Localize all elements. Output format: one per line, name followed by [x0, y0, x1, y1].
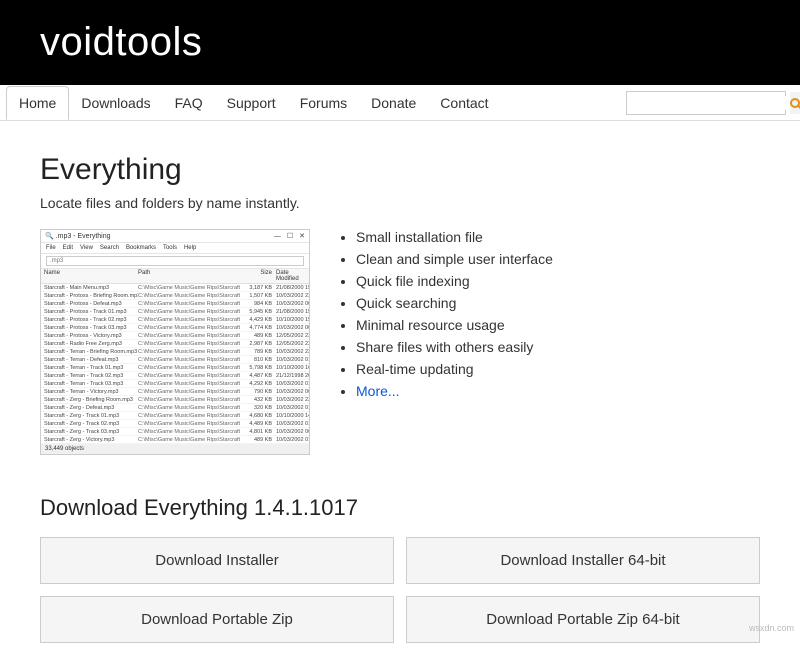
file-row: Starcraft - Protoss - Track 01.mp3C:\Mis… [41, 308, 309, 316]
file-row: Starcraft - Protoss - Briefing Room.mp3C… [41, 292, 309, 300]
brand-logo[interactable]: voidtools [40, 20, 760, 65]
feature-item: Quick file indexing [356, 273, 553, 289]
page-content: Everything Locate files and folders by n… [0, 121, 800, 663]
download-button[interactable]: Download Installer [40, 537, 394, 584]
main-nav: HomeDownloadsFAQSupportForumsDonateConta… [0, 85, 800, 121]
watermark: wsxdn.com [749, 623, 794, 633]
download-heading: Download Everything 1.4.1.1017 [40, 495, 760, 521]
close-icon: ✕ [299, 233, 305, 240]
file-row: Starcraft - Zerg - Track 03.mp3C:\Misc\G… [41, 428, 309, 436]
app-screenshot: 🔍 .mp3 - Everything —☐✕ FileEditViewSear… [40, 229, 310, 455]
window-controls: — ☐ ✕ [268, 232, 305, 240]
search-input[interactable] [627, 96, 790, 110]
download-button[interactable]: Download Portable Zip 64-bit [406, 596, 760, 643]
file-row: Starcraft - Zerg - Briefing Room.mp3C:\M… [41, 396, 309, 404]
nav-donate[interactable]: Donate [359, 87, 428, 119]
nav-contact[interactable]: Contact [428, 87, 500, 119]
feature-item: Minimal resource usage [356, 317, 553, 333]
search-button[interactable] [790, 92, 800, 114]
feature-item: Clean and simple user interface [356, 251, 553, 267]
site-search[interactable] [626, 91, 786, 115]
download-grid: Download Installer Download Installer 64-… [40, 537, 760, 643]
file-row: Starcraft - Terran - Victory.mp3C:\Misc\… [41, 388, 309, 396]
page-subtitle: Locate files and folders by name instant… [40, 195, 760, 211]
file-row: Starcraft - Zerg - Victory.mp3C:\Misc\Ga… [41, 436, 309, 444]
feature-item: Real-time updating [356, 361, 553, 377]
file-row: Starcraft - Terran - Track 01.mp3C:\Misc… [41, 364, 309, 372]
file-row: Starcraft - Protoss - Victory.mp3C:\Misc… [41, 332, 309, 340]
download-button[interactable]: Download Installer 64-bit [406, 537, 760, 584]
nav-home[interactable]: Home [6, 86, 69, 120]
file-row: Starcraft - Terran - Briefing Room.mp3C:… [41, 348, 309, 356]
file-row: Starcraft - Zerg - Defeat.mp3C:\Misc\Gam… [41, 404, 309, 412]
file-row: Starcraft - Terran - Track 03.mp3C:\Misc… [41, 380, 309, 388]
download-button[interactable]: Download Portable Zip [40, 596, 394, 643]
nav-faq[interactable]: FAQ [163, 87, 215, 119]
file-row: Starcraft - Radio Free Zerg.mp3C:\Misc\G… [41, 340, 309, 348]
feature-item: Small installation file [356, 229, 553, 245]
file-row: Starcraft - Main Menu.mp3C:\Misc\Game Mu… [41, 284, 309, 292]
file-row: Starcraft - Protoss - Defeat.mp3C:\Misc\… [41, 300, 309, 308]
file-row: Starcraft - Terran - Defeat.mp3C:\Misc\G… [41, 356, 309, 364]
feature-list: Small installation file Clean and simple … [338, 229, 553, 405]
nav-forums[interactable]: Forums [288, 87, 359, 119]
nav-support[interactable]: Support [215, 87, 288, 119]
minimize-icon: — [274, 233, 281, 240]
file-row: Starcraft - Protoss - Track 03.mp3C:\Mis… [41, 324, 309, 332]
file-row: Starcraft - Terran - Track 02.mp3C:\Misc… [41, 372, 309, 380]
more-link[interactable]: More... [356, 383, 400, 399]
feature-item: Quick searching [356, 295, 553, 311]
nav-downloads[interactable]: Downloads [69, 87, 162, 119]
page-title: Everything [40, 153, 760, 187]
maximize-icon: ☐ [287, 233, 293, 240]
file-row: Starcraft - Protoss - Track 02.mp3C:\Mis… [41, 316, 309, 324]
file-row: Starcraft - Zerg - Track 02.mp3C:\Misc\G… [41, 420, 309, 428]
site-header: voidtools [0, 0, 800, 85]
feature-item: Share files with others easily [356, 339, 553, 355]
search-icon [790, 98, 800, 108]
file-row: Starcraft - Zerg - Track 01.mp3C:\Misc\G… [41, 412, 309, 420]
